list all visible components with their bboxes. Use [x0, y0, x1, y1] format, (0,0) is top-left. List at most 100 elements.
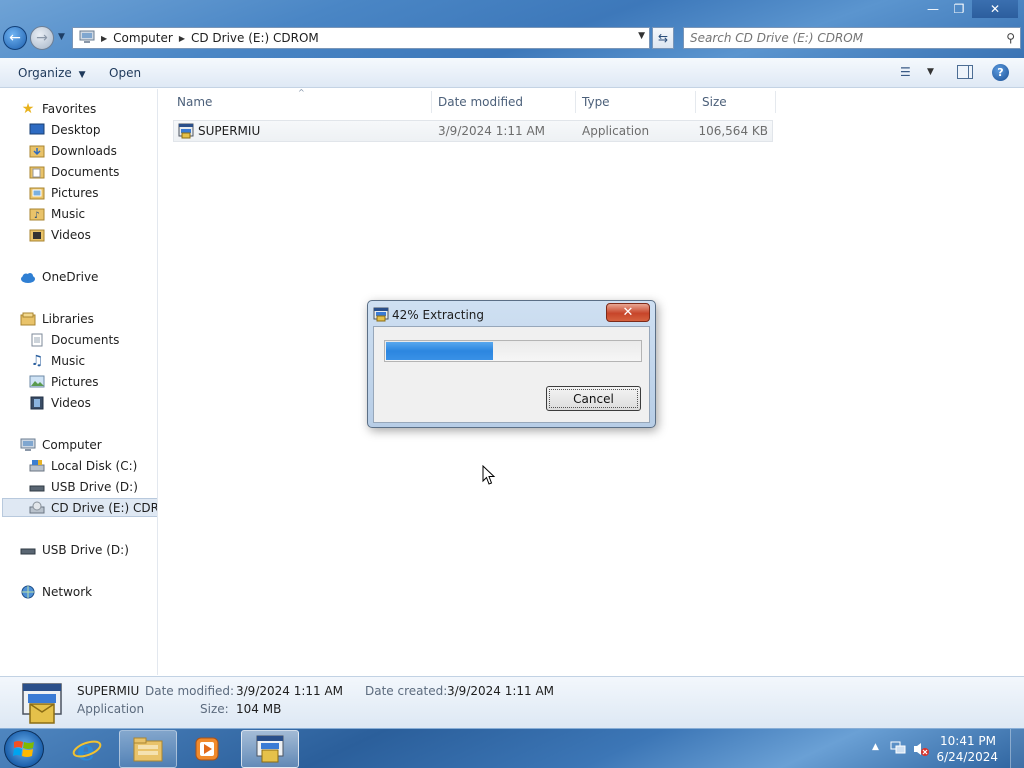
preview-pane-icon[interactable] [957, 65, 973, 79]
progress-bar [384, 340, 642, 362]
nav-network[interactable]: Network [20, 582, 92, 601]
nav-label: Documents [51, 164, 120, 179]
taskbar-installer-app[interactable] [241, 730, 299, 768]
cancel-button[interactable]: Cancel [546, 386, 641, 411]
extracting-dialog: 42% Extracting ✕ Cancel [367, 300, 656, 428]
sort-ascending-icon: ^ [298, 88, 305, 97]
close-button[interactable]: ✕ [972, 0, 1018, 18]
search-icon[interactable]: ⚲ [1006, 31, 1015, 45]
usb-drive-icon [29, 480, 45, 494]
details-size-label: Size: [200, 702, 229, 716]
open-button[interactable]: Open [109, 66, 141, 80]
nav-computer[interactable]: Computer [20, 435, 102, 454]
file-row[interactable]: SUPERMIU 3/9/2024 1:11 AM Application 10… [173, 120, 773, 142]
column-header-name[interactable]: Name [177, 95, 212, 109]
column-divider[interactable] [575, 91, 576, 113]
nav-label: Local Disk (C:) [51, 458, 138, 473]
details-date-modified-label: Date modified: [145, 684, 235, 698]
breadcrumb-separator-icon: ▶ [101, 33, 108, 43]
nav-label: Videos [51, 395, 91, 410]
nav-onedrive[interactable]: OneDrive [20, 267, 98, 286]
nav-lib-pictures[interactable]: Pictures [29, 372, 99, 391]
cloud-icon [20, 270, 36, 284]
forward-arrow-icon: → [36, 30, 48, 46]
forward-button[interactable]: → [30, 26, 54, 50]
nav-cd-drive[interactable]: CD Drive (E:) CDROM [2, 498, 157, 517]
start-button[interactable] [4, 730, 44, 768]
nav-downloads[interactable]: Downloads [29, 141, 117, 160]
breadcrumb-cd-drive[interactable]: CD Drive (E:) CDROM [191, 31, 319, 45]
nav-desktop[interactable]: Desktop [29, 120, 101, 139]
network-status-icon[interactable] [890, 741, 906, 755]
window-titlebar: — ❐ ✕ ← → ▼ ▶ Computer ▶ CD Drive (E:) C… [0, 0, 1024, 58]
breadcrumb-computer[interactable]: Computer [113, 31, 173, 45]
installer-app-icon [178, 123, 194, 142]
view-dropdown-icon[interactable]: ▼ [927, 67, 934, 77]
music-folder-icon: ♪ [29, 207, 45, 221]
taskbar-media-player[interactable] [178, 730, 236, 768]
svg-text:♪: ♪ [34, 211, 40, 221]
search-input[interactable] [684, 28, 984, 48]
details-pane: SUPERMIU Application Date modified: 3/9/… [0, 676, 1024, 728]
column-divider[interactable] [775, 91, 776, 113]
search-box[interactable]: ⚲ [683, 27, 1021, 49]
nav-lib-music[interactable]: ♫ Music [29, 351, 85, 370]
nav-libraries[interactable]: Libraries [20, 309, 94, 328]
restore-button[interactable]: ❐ [946, 0, 972, 18]
column-header-date[interactable]: Date modified [438, 95, 523, 109]
details-date-created-label: Date created: [365, 684, 448, 698]
nav-label: Music [51, 353, 86, 368]
taskbar-internet-explorer[interactable]: e [58, 730, 116, 768]
back-button[interactable]: ← [3, 26, 27, 50]
nav-music[interactable]: ♪ Music [29, 204, 85, 223]
column-divider[interactable] [695, 91, 696, 113]
details-size: 104 MB [236, 702, 282, 716]
navigation-pane: ★ Favorites Desktop Downloads Documents … [0, 89, 158, 675]
nav-lib-documents[interactable]: Documents [29, 330, 119, 349]
nav-favorites[interactable]: ★ Favorites [20, 99, 97, 118]
show-desktop-button[interactable] [1010, 729, 1024, 768]
windows-logo-icon [13, 741, 34, 757]
nav-usb-drive-root[interactable]: USB Drive (D:) [20, 540, 129, 559]
nav-label: Pictures [51, 374, 99, 389]
details-file-type: Application [77, 702, 145, 716]
network-icon [20, 585, 36, 599]
star-icon: ★ [21, 100, 35, 117]
file-date: 3/9/2024 1:11 AM [438, 124, 546, 138]
change-view-icon[interactable]: ☰ [900, 65, 911, 79]
nav-videos[interactable]: Videos [29, 225, 91, 244]
column-divider[interactable] [431, 91, 432, 113]
back-arrow-icon: ← [9, 30, 21, 46]
nav-lib-videos[interactable]: Videos [29, 393, 91, 412]
recent-pages-dropdown-icon[interactable]: ▼ [58, 32, 65, 42]
volume-muted-icon[interactable] [912, 741, 930, 757]
clock-time[interactable]: 10:41 PM [940, 734, 996, 748]
taskbar-file-explorer[interactable] [119, 730, 177, 768]
usb-drive-icon [20, 543, 36, 557]
column-header-size[interactable]: Size [702, 95, 727, 109]
close-icon: ✕ [989, 2, 1001, 16]
organize-menu[interactable]: Organize ▼ [18, 66, 86, 80]
nav-usb-drive[interactable]: USB Drive (D:) [29, 477, 138, 496]
details-date-created: 3/9/2024 1:11 AM [447, 684, 555, 698]
nav-label: Music [51, 206, 86, 221]
dialog-close-button[interactable]: ✕ [606, 303, 650, 322]
address-bar[interactable]: ▶ Computer ▶ CD Drive (E:) CDROM ▼ [72, 27, 650, 49]
computer-small-icon [79, 30, 95, 47]
file-explorer-icon [133, 737, 163, 762]
clock-date[interactable]: 6/24/2024 [936, 750, 998, 764]
picture-icon [29, 375, 45, 389]
show-hidden-icons-icon[interactable]: ▲ [872, 742, 879, 752]
close-icon: ✕ [622, 305, 634, 320]
refresh-button[interactable]: ⇆ [652, 27, 674, 49]
minimize-button[interactable]: — [920, 0, 946, 18]
nav-documents[interactable]: Documents [29, 162, 119, 181]
address-dropdown-icon[interactable]: ▼ [638, 31, 645, 41]
column-header-type[interactable]: Type [582, 95, 610, 109]
nav-pictures[interactable]: Pictures [29, 183, 99, 202]
details-date-modified: 3/9/2024 1:11 AM [236, 684, 344, 698]
help-icon[interactable]: ? [992, 64, 1009, 81]
file-type: Application [582, 124, 650, 138]
cd-drive-icon [29, 501, 45, 515]
nav-local-disk[interactable]: Local Disk (C:) [29, 456, 137, 475]
